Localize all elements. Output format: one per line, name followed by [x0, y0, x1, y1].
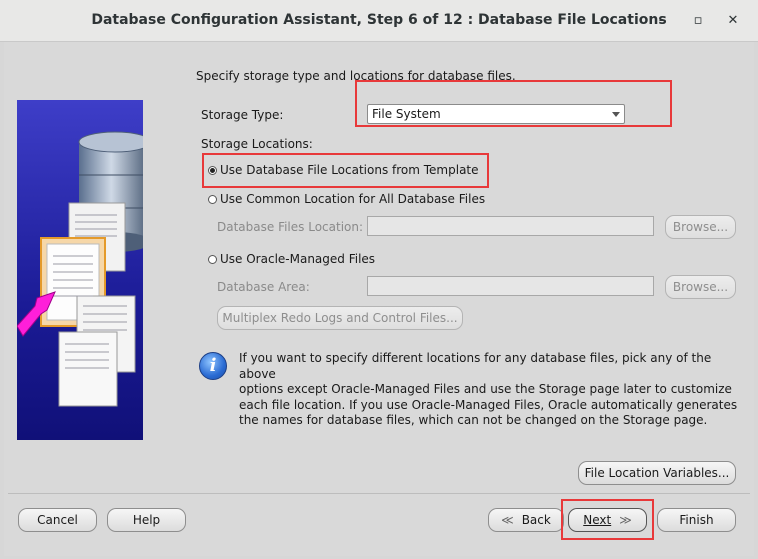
wizard-illustration — [17, 100, 143, 440]
info-line: options except Oracle-Managed Files and … — [239, 382, 732, 396]
file-location-variables-button[interactable]: File Location Variables... — [578, 461, 736, 485]
info-icon: i — [199, 352, 227, 380]
chevron-right-icon: ≫ — [619, 513, 632, 527]
radio-oracle-managed-label[interactable]: Use Oracle-Managed Files — [220, 252, 375, 266]
storage-type-value: File System — [372, 107, 441, 121]
finish-button[interactable]: Finish — [657, 508, 736, 532]
storage-type-label: Storage Type: — [201, 108, 284, 122]
chevron-left-icon: ≪ — [501, 513, 514, 527]
radio-oracle-managed[interactable] — [208, 255, 217, 264]
back-button-label: Back — [521, 513, 551, 527]
database-area-input[interactable] — [367, 276, 654, 296]
database-files-location-label: Database Files Location: — [217, 220, 364, 234]
info-line: each file location. If you use Oracle-Ma… — [239, 397, 738, 412]
info-message: If you want to specify different locatio… — [239, 351, 739, 429]
info-line: the names for database files, which can … — [239, 413, 708, 427]
browse-database-area-button[interactable]: Browse... — [665, 275, 736, 299]
browse-files-location-button[interactable]: Browse... — [665, 215, 736, 239]
radio-template-locations-label[interactable]: Use Database File Locations from Templat… — [220, 163, 479, 177]
intro-text: Specify storage type and locations for d… — [196, 69, 516, 83]
maximize-icon[interactable]: ▫ — [689, 12, 707, 30]
footer-separator — [8, 493, 750, 494]
storage-locations-label: Storage Locations: — [201, 137, 313, 151]
multiplex-redo-logs-button[interactable]: Multiplex Redo Logs and Control Files... — [217, 306, 463, 330]
help-button[interactable]: Help — [107, 508, 186, 532]
info-line: If you want to specify different locatio… — [239, 351, 712, 381]
database-documents-icon — [17, 131, 143, 407]
radio-common-location[interactable] — [208, 195, 217, 204]
database-files-location-input[interactable] — [367, 216, 654, 236]
cancel-button[interactable]: Cancel — [18, 508, 97, 532]
title-bar: Database Configuration Assistant, Step 6… — [0, 0, 758, 42]
close-icon[interactable]: ✕ — [724, 12, 742, 30]
next-button[interactable]: Next ≫ — [568, 508, 647, 532]
radio-template-locations[interactable] — [208, 166, 217, 175]
radio-common-location-label[interactable]: Use Common Location for All Database Fil… — [220, 192, 485, 206]
storage-type-select[interactable]: File System — [367, 104, 625, 124]
back-button[interactable]: ≪ Back — [488, 508, 564, 532]
next-button-label: Next — [583, 513, 612, 527]
database-area-label: Database Area: — [217, 280, 310, 294]
window-title: Database Configuration Assistant, Step 6… — [91, 12, 667, 28]
minimize-icon[interactable]: – — [653, 12, 671, 30]
chevron-down-icon — [612, 112, 620, 117]
